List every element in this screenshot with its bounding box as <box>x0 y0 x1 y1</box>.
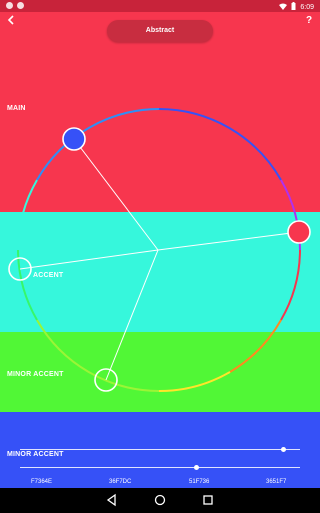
notification-icon <box>6 2 13 9</box>
hex-value-minor-accent: 51F736 <box>189 479 210 485</box>
slider-thumb-2[interactable] <box>193 464 199 470</box>
hex-value-main: F7364E <box>31 479 53 485</box>
band-label-minor-accent-2: MINOR ACCENT <box>7 451 64 458</box>
navigation-bar <box>0 488 320 512</box>
nav-recents-button[interactable] <box>200 492 216 508</box>
back-button[interactable] <box>4 14 18 28</box>
band-label-accent: ACCENT <box>33 272 64 279</box>
nav-back-button[interactable] <box>104 492 120 508</box>
handle-main[interactable] <box>287 220 311 244</box>
nav-back-icon <box>106 493 116 507</box>
nav-home-button[interactable] <box>152 492 168 508</box>
minor-accent-2-color-band[interactable]: MINOR ACCENT <box>0 412 320 488</box>
band-label-main: MAIN <box>7 105 26 112</box>
main-color-band[interactable]: MAIN <box>0 12 320 212</box>
status-bar: 6:09 <box>0 0 320 12</box>
notification-icon <box>17 2 24 9</box>
slider-track-1[interactable] <box>20 449 300 450</box>
system-icons: 6:09 <box>279 2 314 12</box>
help-button[interactable]: ? <box>302 14 316 28</box>
slider-track-2[interactable] <box>20 467 300 468</box>
clock: 6:09 <box>300 3 314 11</box>
minor-accent-color-band[interactable]: MINOR ACCENT <box>0 332 320 412</box>
nav-home-icon <box>154 494 166 506</box>
accent-color-band[interactable]: ACCENT <box>0 212 320 332</box>
battery-icon <box>291 2 296 12</box>
notification-icons <box>6 2 24 9</box>
hex-value-accent: 36F7DC <box>109 479 132 485</box>
hex-value-minor-accent-2: 3651F7 <box>266 479 287 485</box>
help-icon: ? <box>305 15 313 26</box>
palette-title-button[interactable]: Abstract <box>107 20 213 42</box>
arrow-back-icon <box>7 15 14 25</box>
handle-blue[interactable] <box>62 127 86 151</box>
band-label-minor-accent: MINOR ACCENT <box>7 371 64 378</box>
wifi-icon <box>279 3 288 12</box>
nav-recents-icon <box>203 495 213 505</box>
slider-thumb-1[interactable] <box>280 446 286 452</box>
